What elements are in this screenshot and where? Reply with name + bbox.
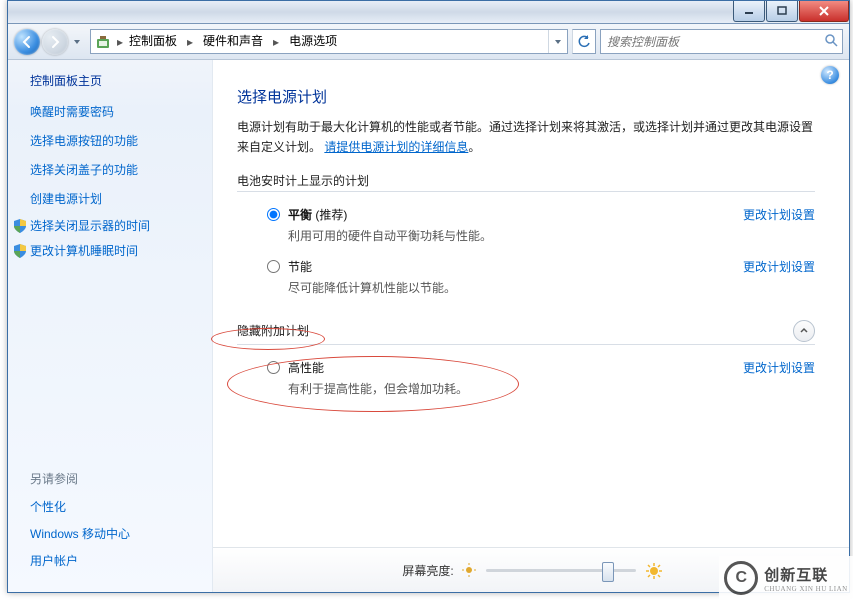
plan-radio-saver[interactable] [267, 260, 280, 273]
see-also-link[interactable]: Windows 移动中心 [30, 520, 210, 547]
plan-radio-high-perf[interactable] [267, 361, 280, 374]
shield-icon [12, 218, 28, 234]
page-description: 电源计划有助于最大化计算机的性能或者节能。通过选择计划来将其激活，或选择计划并通… [237, 117, 815, 158]
chevron-right-icon: ▸ [183, 30, 197, 53]
plan-radio-balanced[interactable] [267, 208, 280, 221]
change-plan-link[interactable]: 更改计划设置 [743, 258, 815, 275]
watermark: C 创新互联 CHUANG XIN HU LIAN [719, 556, 853, 600]
see-also-section: 另请参阅 个性化 Windows 移动中心 用户帐户 [30, 470, 210, 574]
plan-name: 节能 [288, 258, 815, 275]
breadcrumb-item[interactable]: 控制面板 [123, 31, 183, 52]
breadcrumb-item[interactable]: 电源选项 [283, 31, 343, 52]
power-plan-row: 高性能 有利于提高性能，但会增加功耗。 更改计划设置 [267, 359, 815, 397]
minimize-button[interactable] [733, 1, 765, 22]
plan-name: 平衡 (推荐) [288, 206, 815, 223]
see-also-heading: 另请参阅 [30, 470, 210, 487]
plan-description: 有利于提高性能，但会增加功耗。 [288, 380, 815, 397]
shield-icon [12, 243, 28, 259]
sidebar-home-link[interactable]: 控制面板主页 [30, 72, 212, 89]
sidebar-link[interactable]: 更改计算机睡眠时间 [30, 242, 138, 259]
maximize-button[interactable] [766, 1, 798, 22]
sidebar: 控制面板主页 唤醒时需要密码 选择电源按钮的功能 选择关闭盖子的功能 创建电源计… [8, 60, 213, 592]
sun-dim-icon [462, 563, 476, 577]
search-input[interactable] [605, 34, 824, 50]
sidebar-link[interactable]: 唤醒时需要密码 [30, 97, 212, 126]
nav-toolbar: ▸ 控制面板 ▸ 硬件和声音 ▸ 电源选项 [8, 24, 849, 60]
nav-forward-button[interactable] [42, 29, 68, 55]
plan-description: 尽可能降低计算机性能以节能。 [288, 279, 815, 296]
collapse-toggle[interactable] [793, 320, 815, 342]
watermark-text: 创新互联 [764, 564, 847, 585]
power-plan-row: 节能 尽可能降低计算机性能以节能。 更改计划设置 [267, 258, 815, 296]
change-plan-link[interactable]: 更改计划设置 [743, 359, 815, 376]
change-plan-link[interactable]: 更改计划设置 [743, 206, 815, 223]
nav-history-dropdown[interactable] [70, 29, 84, 55]
brightness-slider[interactable] [486, 561, 636, 579]
search-box[interactable] [600, 29, 843, 54]
page-title: 选择电源计划 [237, 86, 815, 107]
control-panel-icon [95, 34, 111, 50]
chevron-right-icon: ▸ [269, 30, 283, 53]
close-button[interactable] [799, 1, 849, 22]
see-also-link[interactable]: 个性化 [30, 493, 210, 520]
plan-group-heading: 电池安时计上显示的计划 [237, 172, 815, 192]
sidebar-link[interactable]: 选择关闭盖子的功能 [30, 155, 212, 184]
address-bar[interactable]: ▸ 控制面板 ▸ 硬件和声音 ▸ 电源选项 [90, 29, 568, 54]
search-icon[interactable] [824, 33, 838, 50]
content-area: ? 选择电源计划 电源计划有助于最大化计算机的性能或者节能。通过选择计划来将其激… [213, 60, 849, 592]
plan-name: 高性能 [288, 359, 815, 376]
refresh-button[interactable] [572, 29, 596, 54]
sidebar-link[interactable]: 选择关闭显示器的时间 [30, 217, 150, 234]
watermark-subtext: CHUANG XIN HU LIAN [764, 585, 847, 593]
sidebar-link[interactable]: 创建电源计划 [30, 184, 212, 213]
window-titlebar [8, 1, 849, 24]
plan-description: 利用可用的硬件自动平衡功耗与性能。 [288, 227, 815, 244]
breadcrumb-item[interactable]: 硬件和声音 [197, 31, 269, 52]
sidebar-link[interactable]: 选择电源按钮的功能 [30, 126, 212, 155]
nav-back-button[interactable] [14, 29, 40, 55]
watermark-logo-icon: C [724, 561, 758, 595]
power-plan-row: 平衡 (推荐) 利用可用的硬件自动平衡功耗与性能。 更改计划设置 [267, 206, 815, 244]
address-dropdown[interactable] [548, 30, 567, 53]
see-also-link[interactable]: 用户帐户 [30, 547, 210, 574]
more-info-link[interactable]: 请提供电源计划的详细信息 [324, 140, 468, 154]
sun-bright-icon [646, 563, 660, 577]
brightness-label: 屏幕亮度: [402, 562, 453, 579]
hidden-plans-heading: 隐藏附加计划 [237, 322, 309, 339]
help-icon[interactable]: ? [821, 66, 839, 84]
